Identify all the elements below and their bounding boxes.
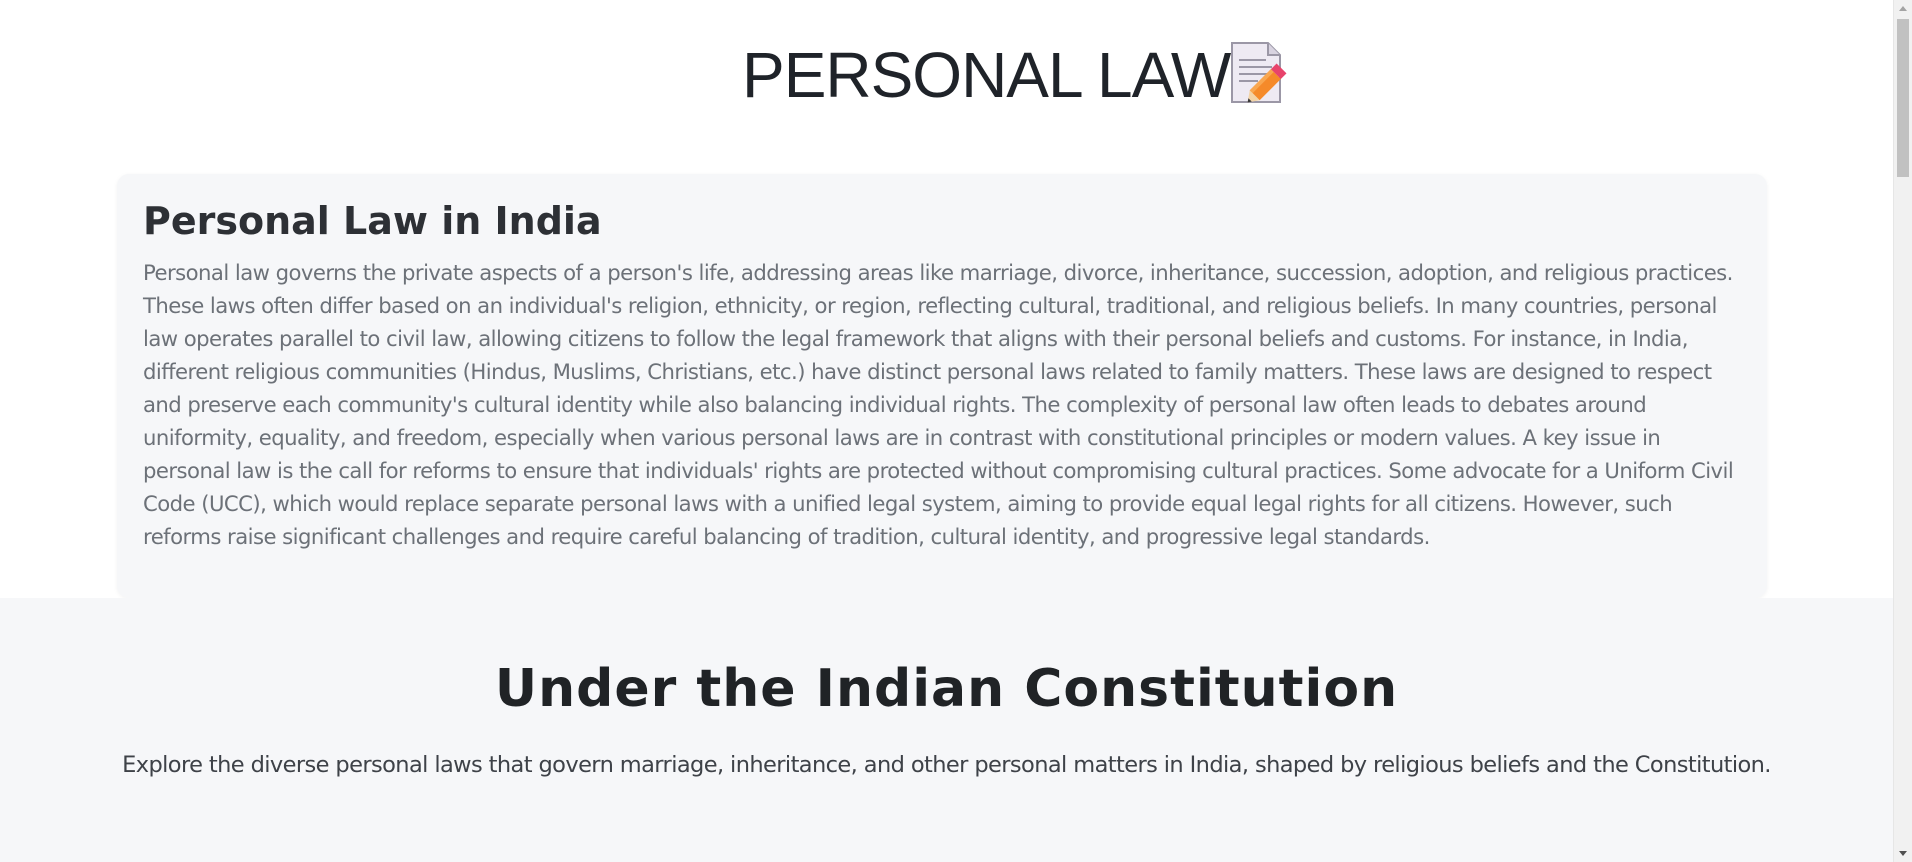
page-title: PERSONAL LAW [742,39,1231,111]
section-heading: Under the Indian Constitution [494,659,1399,719]
page: PERSONAL LAW Personal Law in India Perso… [0,0,1893,862]
intro-paragraph: Personal law governs the private aspects… [143,260,1734,549]
scroll-down-arrow-icon[interactable] [1899,851,1907,856]
browser-viewport: PERSONAL LAW Personal Law in India Perso… [0,0,1912,862]
memo-icon [1231,42,1287,103]
scrollbar-thumb[interactable] [1897,19,1909,177]
section-subheading: Explore the diverse personal laws that g… [122,752,1771,778]
constitution-section: Under the Indian Constitution Explore th… [0,598,1893,862]
scroll-up-arrow-icon[interactable] [1899,6,1907,11]
intro-heading: Personal Law in India [143,199,602,243]
page-header: PERSONAL LAW [0,0,1893,150]
vertical-scrollbar[interactable] [1893,0,1912,862]
intro-card: Personal Law in India Personal law gover… [117,174,1767,598]
